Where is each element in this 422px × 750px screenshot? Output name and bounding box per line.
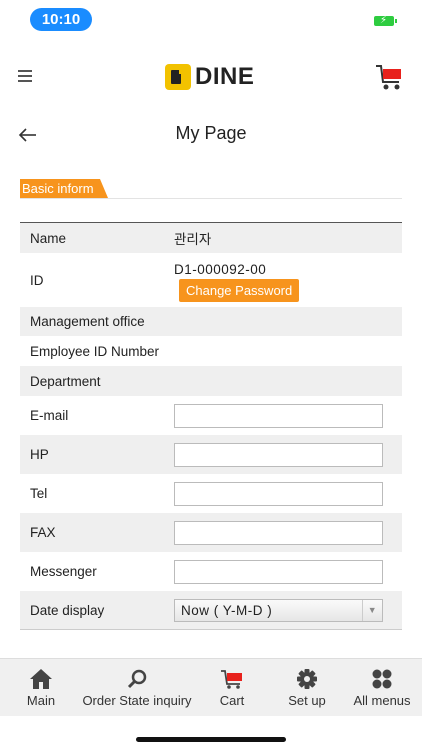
status-time: 10:10 xyxy=(30,8,92,31)
header-cart-button[interactable] xyxy=(374,60,404,92)
status-bar: 10:10 ⚡ xyxy=(0,0,422,40)
tel-field[interactable] xyxy=(174,481,383,506)
nav-label: Main xyxy=(26,693,56,708)
grid-icon xyxy=(370,668,394,690)
date-display-select[interactable]: Now ( Y-M-D ) ▼ xyxy=(174,598,383,622)
fax-field[interactable] xyxy=(174,520,383,545)
row-department: Department xyxy=(20,366,402,396)
gear-icon xyxy=(295,668,319,690)
row-label: Employee ID Number xyxy=(30,343,160,359)
section-tab-basic-info: Basic inform xyxy=(20,179,108,199)
nav-label: Order State inquiry xyxy=(82,693,192,708)
row-hp: HP xyxy=(20,435,402,474)
nav-set-up[interactable]: Set up xyxy=(272,659,342,716)
nav-label: All menus xyxy=(353,693,411,708)
nav-all-menus[interactable]: All menus xyxy=(342,659,422,716)
row-label: Messenger xyxy=(30,564,97,579)
hamburger-icon[interactable] xyxy=(18,70,32,82)
app-logo[interactable]: DINE xyxy=(165,62,254,92)
messenger-field[interactable] xyxy=(174,559,383,584)
row-label: Tel xyxy=(30,486,48,501)
email-value-cell xyxy=(174,403,402,428)
divider xyxy=(20,198,402,199)
row-fax: FAX xyxy=(20,513,402,552)
row-messenger: Messenger xyxy=(20,552,402,591)
row-label: Name xyxy=(30,230,67,246)
hp-value-cell xyxy=(174,442,402,467)
id-value-cell: D1-000092-00 Change Password xyxy=(174,258,402,302)
row-employee-id: Employee ID Number xyxy=(20,336,402,366)
row-id: ID D1-000092-00 Change Password xyxy=(20,253,402,307)
row-management-office: Management office xyxy=(20,307,402,336)
home-icon xyxy=(29,668,53,690)
cart-icon xyxy=(376,65,401,90)
nav-order-state-inquiry[interactable]: Order State inquiry xyxy=(82,659,192,716)
hp-field[interactable] xyxy=(174,442,383,467)
nav-label: Cart xyxy=(219,693,245,708)
date-display-cell: Now ( Y-M-D ) ▼ xyxy=(174,598,402,622)
email-field[interactable] xyxy=(174,403,383,428)
id-value: D1-000092-00 xyxy=(174,262,267,277)
row-label: Department xyxy=(30,373,101,389)
cart-icon xyxy=(220,668,244,690)
logo-mark-icon xyxy=(165,64,191,90)
nav-main[interactable]: Main xyxy=(0,659,82,716)
row-email: E-mail xyxy=(20,396,402,435)
page-title-row: My Page xyxy=(0,115,422,155)
chevron-down-icon: ▼ xyxy=(362,599,382,621)
search-icon xyxy=(125,668,149,690)
page-title: My Page xyxy=(175,123,247,143)
row-label: HP xyxy=(30,447,49,462)
row-label: E-mail xyxy=(30,408,69,423)
row-date-display: Date display Now ( Y-M-D ) ▼ xyxy=(20,591,402,629)
row-label: FAX xyxy=(30,525,56,540)
bottom-nav: Main Order State inquiry Cart Set up All… xyxy=(0,658,422,716)
nav-cart[interactable]: Cart xyxy=(192,659,272,716)
battery-icon: ⚡ xyxy=(374,15,397,26)
row-tel: Tel xyxy=(20,474,402,513)
fax-value-cell xyxy=(174,520,402,545)
date-display-selected: Now ( Y-M-D ) xyxy=(181,602,273,618)
messenger-value-cell xyxy=(174,559,402,584)
app-header: DINE xyxy=(0,50,422,106)
section-tab-label: Basic inform xyxy=(22,181,94,196)
name-value: 관리자 xyxy=(174,232,212,247)
basic-info-table: Name 관리자 ID D1-000092-00 Change Password… xyxy=(20,222,402,630)
row-name: Name 관리자 xyxy=(20,223,402,253)
change-password-button[interactable]: Change Password xyxy=(179,279,300,302)
home-indicator xyxy=(136,737,286,742)
nav-label: Set up xyxy=(288,693,326,708)
row-label: ID xyxy=(30,272,44,288)
logo-text: DINE xyxy=(195,63,255,90)
row-label: Date display xyxy=(30,602,105,618)
tel-value-cell xyxy=(174,481,402,506)
row-label: Management office xyxy=(30,314,145,329)
